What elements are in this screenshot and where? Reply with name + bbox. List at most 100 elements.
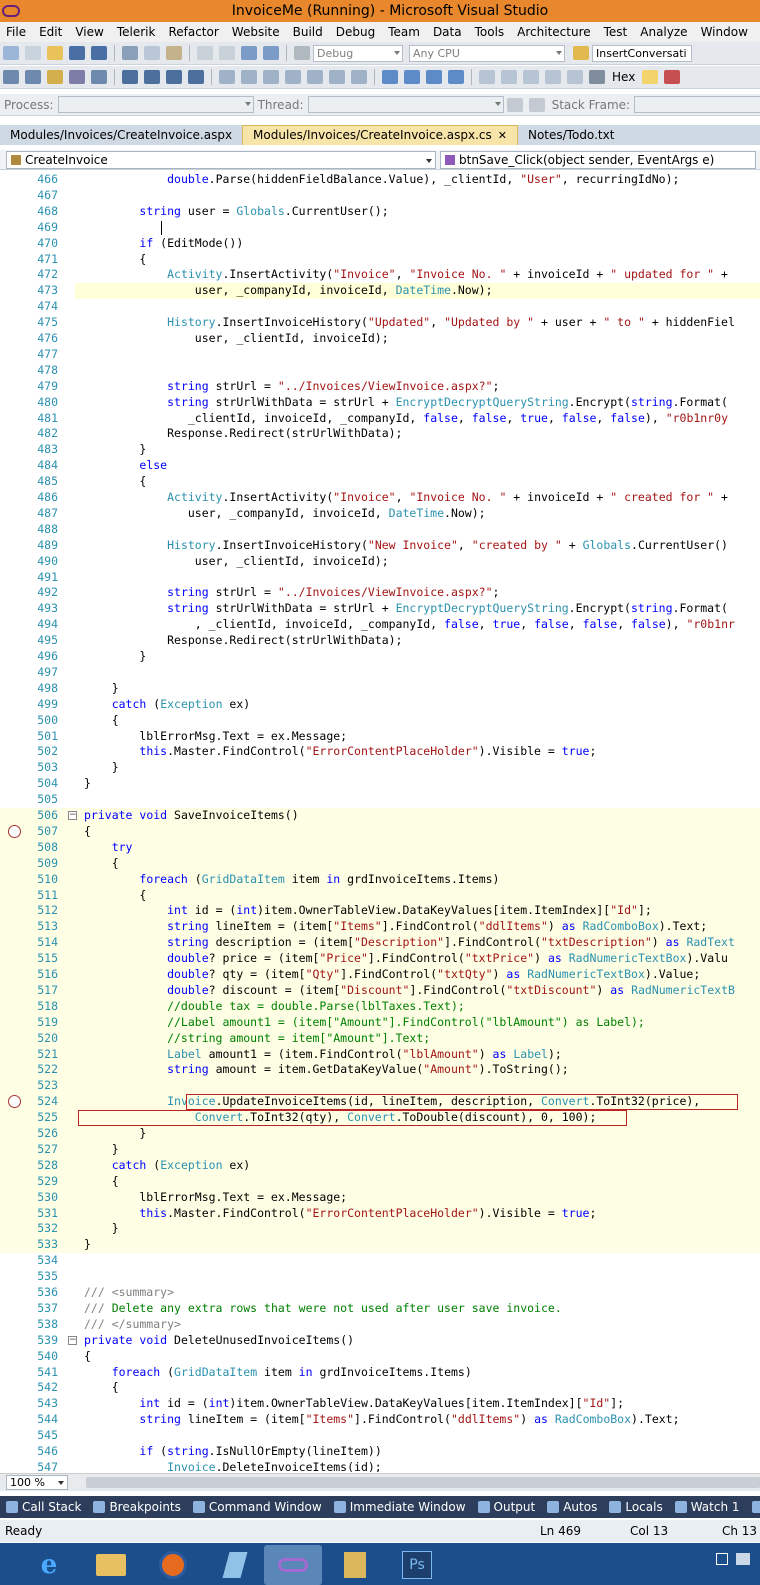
copy-icon[interactable] — [144, 46, 160, 60]
menu-item-website[interactable]: Website — [226, 25, 287, 39]
firefox-icon[interactable] — [144, 1545, 202, 1585]
toolbar-icon[interactable] — [351, 70, 367, 84]
code-line[interactable]: 495 Response.Redirect(strUrlWithData); — [0, 633, 760, 649]
bookmark-icon[interactable] — [219, 70, 235, 84]
code-line[interactable]: 497 — [0, 665, 760, 681]
code-line[interactable]: 482 Response.Redirect(strUrlWithData); — [0, 426, 760, 442]
save-icon[interactable] — [69, 46, 85, 60]
code-line[interactable]: 522 string amount = item.GetDataKeyValue… — [0, 1062, 760, 1078]
code-line[interactable]: 503 } — [0, 760, 760, 776]
code-editor[interactable]: 466 double.Parse(hiddenFieldBalance.Valu… — [0, 172, 760, 1472]
tool-tab-command-window[interactable]: Command Window — [187, 1500, 322, 1514]
code-line[interactable]: 476 user, _clientId, invoiceId); — [0, 331, 760, 347]
toolbar-icon[interactable] — [664, 70, 681, 84]
code-line[interactable]: 478 — [0, 363, 760, 379]
navigate-backward-icon[interactable] — [241, 46, 257, 60]
code-line[interactable]: 467 — [0, 188, 760, 204]
code-line[interactable]: 474 — [0, 299, 760, 315]
tool-tab-call-stack[interactable]: Call Stack — [0, 1500, 81, 1514]
code-line[interactable]: 519 //Label amount1 = (item["Amount"].Fi… — [0, 1015, 760, 1031]
code-line[interactable]: 509 { — [0, 856, 760, 872]
navigate-forward-icon[interactable] — [263, 46, 279, 60]
code-line[interactable]: 470 if (EditMode()) — [0, 236, 760, 252]
tool-tab-breakpoints[interactable]: Breakpoints — [87, 1500, 181, 1514]
code-line[interactable]: 538 /// </summary> — [0, 1317, 760, 1333]
code-line[interactable]: 527 } — [0, 1142, 760, 1158]
toolbar-icon[interactable] — [307, 70, 323, 84]
code-line[interactable]: 496 } — [0, 649, 760, 665]
internet-explorer-icon[interactable]: e — [20, 1545, 78, 1585]
class-select[interactable]: CreateInvoice — [6, 151, 436, 169]
quickwatch-icon[interactable] — [589, 70, 605, 84]
code-line[interactable]: 544 string lineItem = (item["Items"].Fin… — [0, 1412, 760, 1428]
code-line[interactable]: 545 — [0, 1428, 760, 1444]
code-line[interactable]: 513 string lineItem = (item["Items"].Fin… — [0, 919, 760, 935]
code-line[interactable]: 491 — [0, 570, 760, 586]
toggle-flag-icon[interactable] — [506, 97, 523, 112]
undo-icon[interactable] — [197, 46, 213, 60]
code-line[interactable]: 469 — [0, 220, 760, 236]
code-line[interactable]: 530 lblErrorMsg.Text = ex.Message; — [0, 1190, 760, 1206]
code-line[interactable]: 532 } — [0, 1221, 760, 1237]
uncomment-icon[interactable] — [188, 70, 204, 84]
menu-item-build[interactable]: Build — [287, 25, 330, 39]
code-line[interactable]: 488 — [0, 522, 760, 538]
continue-icon[interactable] — [382, 70, 398, 84]
code-line[interactable]: 526 } — [0, 1126, 760, 1142]
code-line[interactable]: 534 — [0, 1253, 760, 1269]
code-line[interactable]: 518 //double tax = double.Parse(lblTaxes… — [0, 999, 760, 1015]
code-line[interactable]: 475 History.InsertInvoiceHistory("Update… — [0, 315, 760, 331]
code-line[interactable]: 492 string strUrl = "../Invoices/ViewInv… — [0, 585, 760, 601]
tool-tab-find-sym[interactable]: Find Sym — [746, 1500, 760, 1514]
member-select[interactable]: btnSave_Click(object sender, EventArgs e… — [440, 151, 756, 169]
menu-item-help[interactable]: Help — [755, 25, 760, 39]
code-line[interactable]: 536 /// <summary> — [0, 1285, 760, 1301]
platform-select[interactable]: Any CPU — [409, 44, 565, 62]
stop-debugging-icon[interactable] — [426, 70, 442, 84]
code-line[interactable]: 479 string strUrl = "../Invoices/ViewInv… — [0, 379, 760, 395]
breakpoint-icon[interactable] — [8, 824, 21, 838]
code-line[interactable]: 541 foreach (GridDataItem item in grdInv… — [0, 1365, 760, 1381]
tray-icon[interactable] — [736, 1553, 750, 1565]
tab-createinvoice-aspx[interactable]: Modules/Invoices/CreateInvoice.aspx — [0, 126, 242, 145]
code-line[interactable]: 502 this.Master.FindControl("ErrorConten… — [0, 744, 760, 760]
code-line[interactable]: 533} — [0, 1237, 760, 1253]
code-line[interactable]: 501 lblErrorMsg.Text = ex.Message; — [0, 729, 760, 745]
code-line[interactable]: 521 Label amount1 = (item.FindControl("l… — [0, 1047, 760, 1063]
code-line[interactable]: 520 //string amount = item["Amount"].Tex… — [0, 1031, 760, 1047]
find-in-files-icon[interactable] — [573, 46, 589, 60]
tool-tab-output[interactable]: Output — [472, 1500, 535, 1514]
code-line[interactable]: 508 try — [0, 840, 760, 856]
toolbar-icon[interactable] — [642, 70, 659, 84]
menu-item-test[interactable]: Test — [598, 25, 635, 39]
new-project-icon[interactable] — [3, 46, 19, 60]
find-input[interactable]: InsertConversati — [592, 44, 692, 62]
code-line[interactable]: 472 Activity.InsertActivity("Invoice", "… — [0, 267, 760, 283]
code-line[interactable]: 484 else — [0, 458, 760, 474]
code-line[interactable]: 511 { — [0, 888, 760, 904]
code-line[interactable]: 506 private void SaveInvoiceItems() — [0, 808, 760, 824]
code-line[interactable]: 498 } — [0, 681, 760, 697]
code-line[interactable]: 514 string description = (item["Descript… — [0, 935, 760, 951]
flag-threads-icon[interactable] — [528, 97, 545, 112]
step-out-icon[interactable] — [523, 70, 539, 84]
collapse-icon[interactable]: − — [68, 811, 77, 820]
tool-tab-locals[interactable]: Locals — [603, 1500, 663, 1514]
menu-item-team[interactable]: Team — [382, 25, 427, 39]
code-line[interactable]: 471 { — [0, 252, 760, 268]
horizontal-scrollbar[interactable]: 100 % — [0, 1473, 760, 1491]
code-line[interactable]: 546 if (string.IsNullOrEmpty(lineItem)) — [0, 1444, 760, 1460]
menu-item-debug[interactable]: Debug — [330, 25, 382, 39]
comment-icon[interactable] — [166, 70, 182, 84]
code-line[interactable]: 485 { — [0, 474, 760, 490]
code-line[interactable]: 490 user, _clientId, invoiceId); — [0, 554, 760, 570]
tab-createinvoice-aspx-cs[interactable]: Modules/Invoices/CreateInvoice.aspx.cs ✕ — [242, 125, 518, 145]
code-line[interactable]: 547 Invoice.DeleteInvoiceItems(id); — [0, 1460, 760, 1472]
tool-tab-autos[interactable]: Autos — [541, 1500, 597, 1514]
code-line[interactable]: 539 private void DeleteUnusedInvoiceItems… — [0, 1333, 760, 1349]
tray-icon[interactable] — [716, 1553, 728, 1565]
code-line[interactable]: 500 { — [0, 713, 760, 729]
menu-item-view[interactable]: View — [69, 25, 110, 39]
code-line[interactable]: 537 /// Delete any extra rows that were n… — [0, 1301, 760, 1317]
code-line[interactable]: 481 _clientId, invoiceId, _companyId, fa… — [0, 411, 760, 427]
